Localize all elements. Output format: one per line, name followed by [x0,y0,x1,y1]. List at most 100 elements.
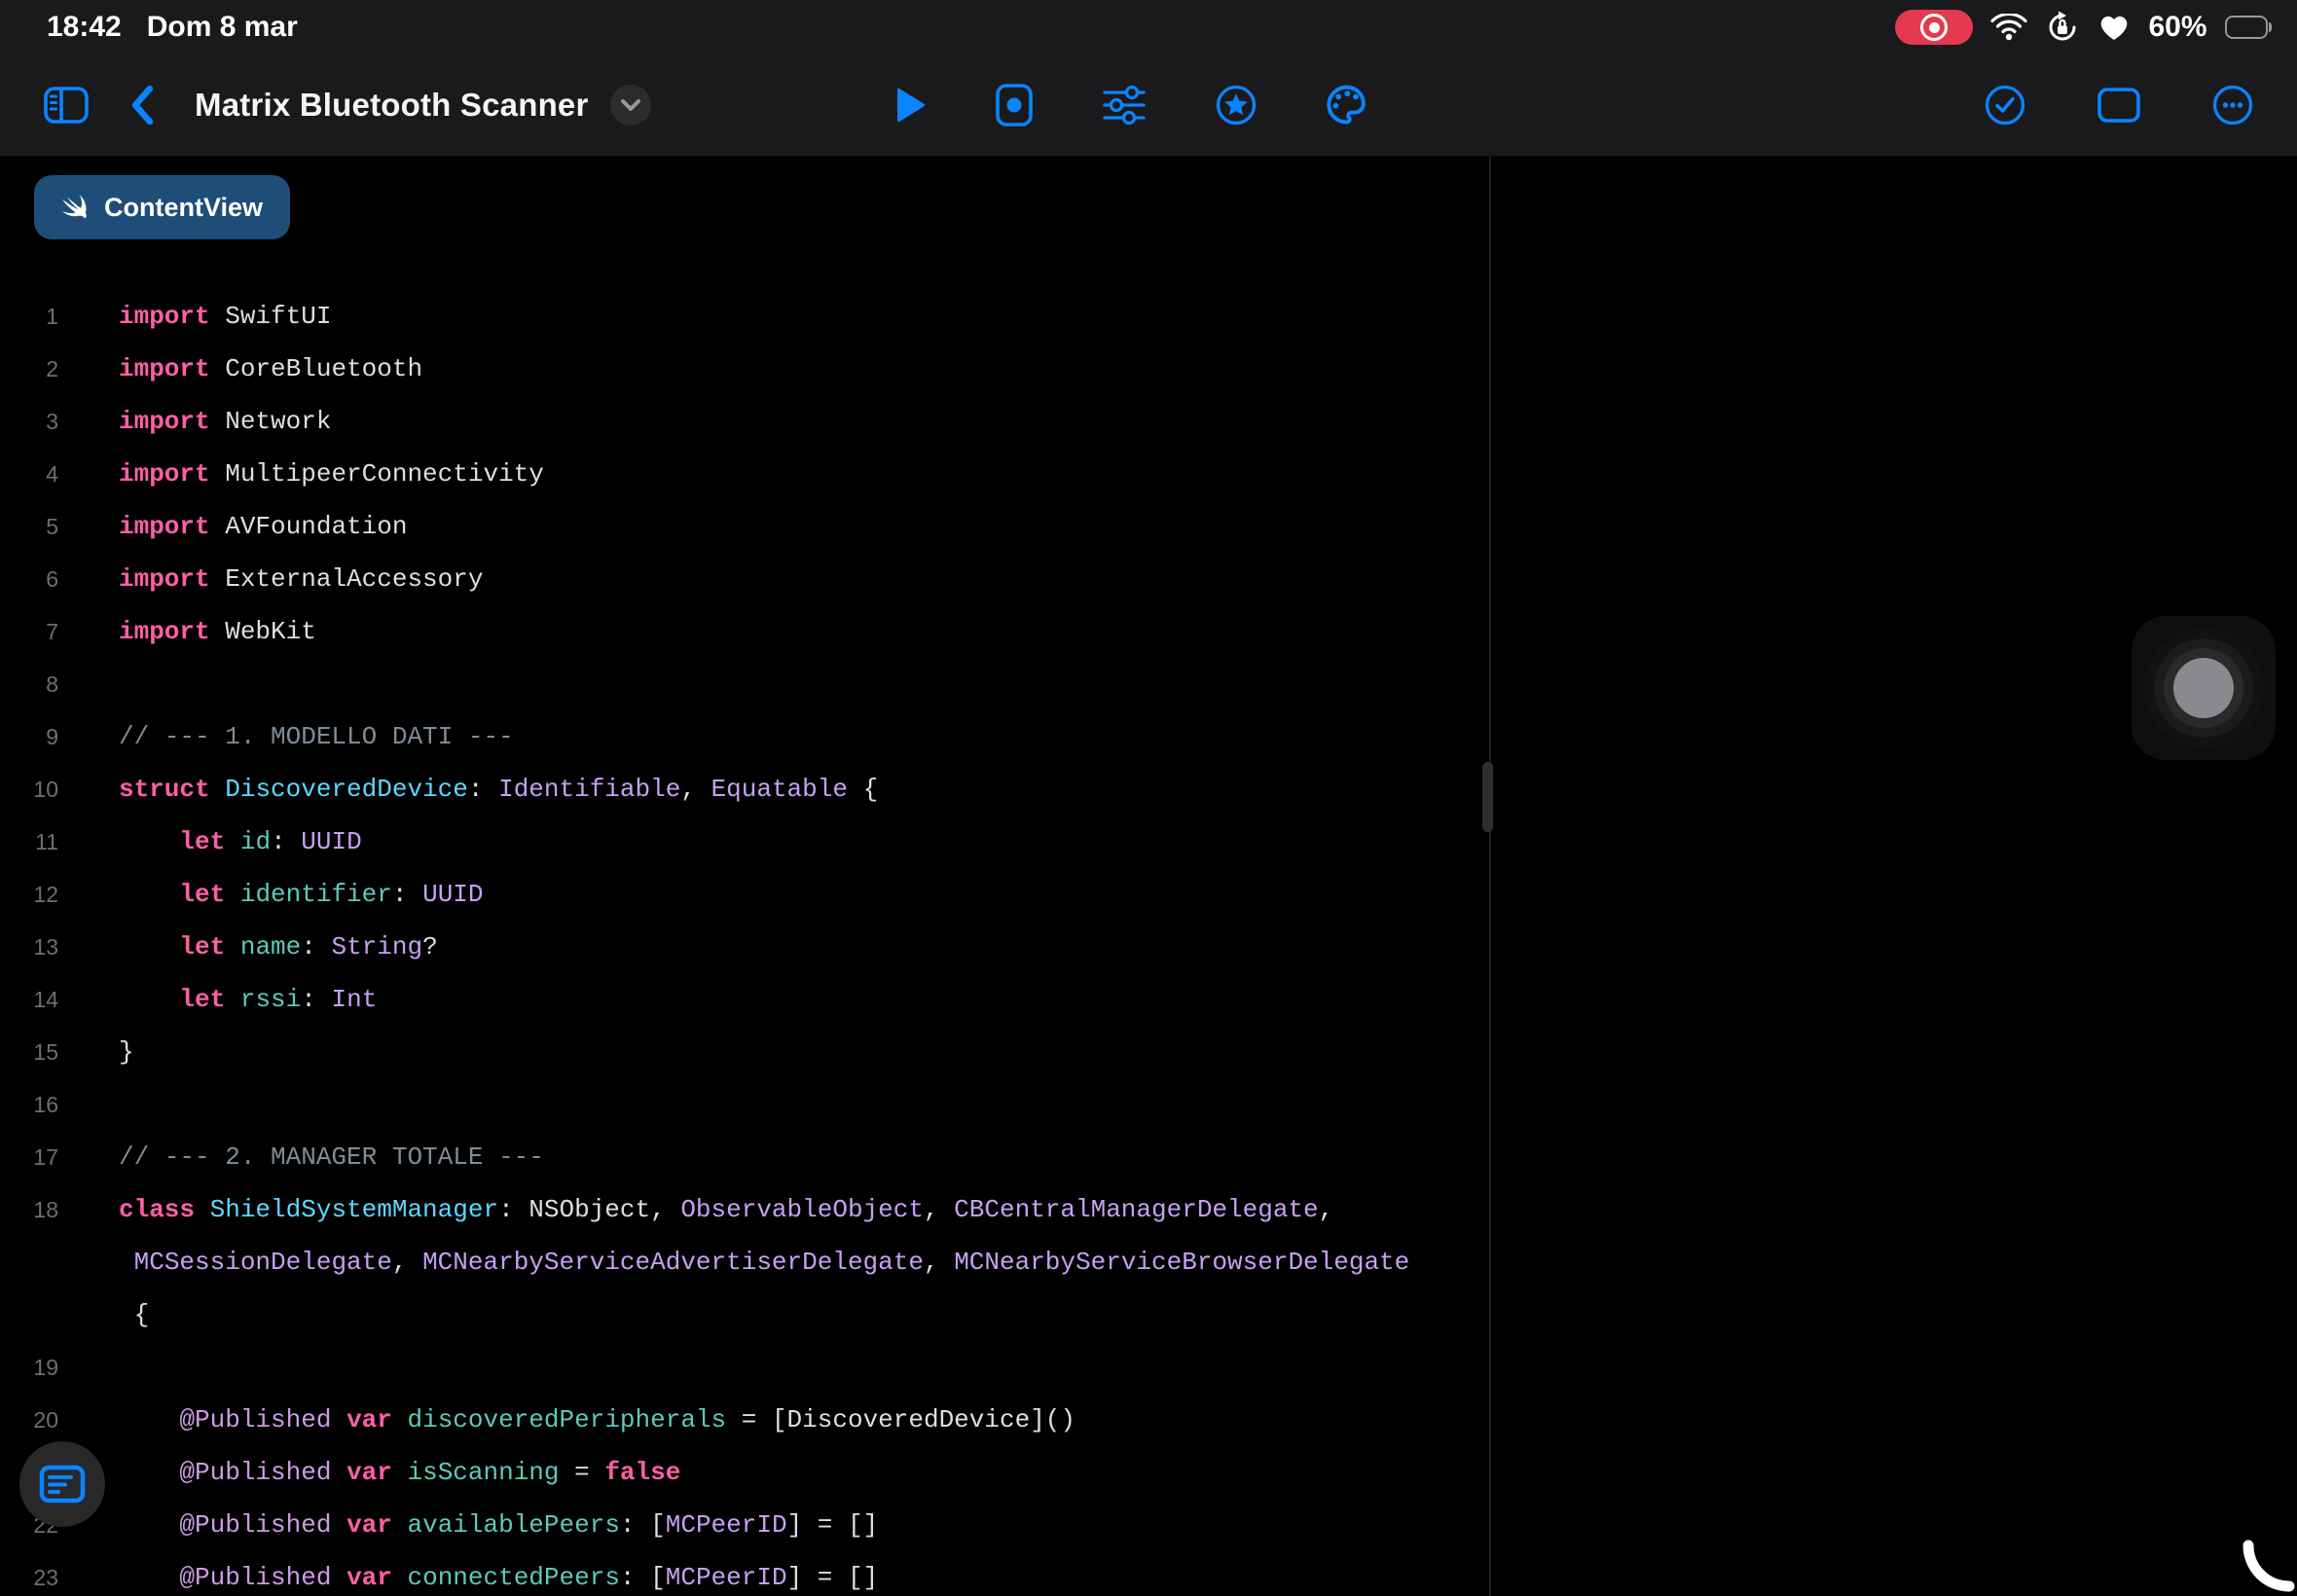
chevron-down-icon [620,98,641,112]
line-text: // --- 2. MANAGER TOTALE --- [119,1131,544,1183]
code-line[interactable]: 4import MultipeerConnectivity [0,448,1489,500]
line-number: 7 [0,605,58,658]
code-line[interactable]: 5import AVFoundation [0,500,1489,553]
code-line[interactable]: 6 import ExternalAccessory [0,553,1489,605]
code-line[interactable]: 17// --- 2. MANAGER TOTALE --- [0,1131,1489,1183]
console-button[interactable] [19,1441,105,1527]
line-number: 2 [0,343,58,395]
line-text: MCSessionDelegate, MCNearbyServiceAdvert… [119,1236,1409,1288]
heart-icon [2097,13,2131,42]
line-text: import AVFoundation [119,500,407,553]
record-ring-icon [1920,14,1948,41]
battery-percent: 60% [2148,11,2206,44]
contentview-tab[interactable]: ContentView [34,175,290,239]
line-number: 18 [0,1183,58,1236]
line-text: // --- 1. MODELLO DATI --- [119,710,514,763]
line-number: 15 [0,1026,58,1078]
code-line[interactable]: 23 @Published var connectedPeers: [MCPee… [0,1551,1489,1596]
app-preview-icon [995,83,1034,127]
featured-button[interactable] [1215,84,1258,127]
code-line[interactable]: 21 @Published var isScanning = false [0,1446,1489,1499]
back-button[interactable] [130,85,154,126]
line-text: @Published var connectedPeers: [MCPeerID… [119,1551,878,1596]
code-line[interactable]: { [0,1288,1489,1341]
line-text: class ShieldSystemManager: NSObject, Obs… [119,1183,1333,1236]
line-text: let rssi: Int [119,973,377,1026]
sidebar-icon [43,86,90,125]
status-time: 18:42 [47,11,122,44]
window-icon [2096,87,2141,124]
screen: 18:42 Dom 8 mar [0,0,2297,1596]
line-number: 6 [0,553,58,605]
recording-indicator[interactable] [1895,10,1973,45]
palette-icon [1326,85,1370,126]
line-number: 1 [0,290,58,343]
checkmark-circle-icon [1984,84,2026,127]
line-text: import WebKit [119,605,316,658]
line-number: 16 [0,1078,58,1131]
line-number [0,1288,58,1341]
line-text: import Network [119,395,331,448]
assistivetouch-button[interactable] [2132,616,2276,760]
more-button[interactable] [2211,84,2254,127]
code-line[interactable]: 19 [0,1341,1489,1394]
code-line[interactable]: 16 [0,1078,1489,1131]
code-line[interactable]: MCSessionDelegate, MCNearbyServiceAdvert… [0,1236,1489,1288]
back-chevron-icon [130,85,154,126]
wifi-icon [1990,14,2027,41]
code-lines: 1 import SwiftUI2import CoreBluetooth3imp… [0,290,1489,1596]
code-line[interactable]: 12 let identifier: UUID [0,868,1489,921]
line-number: 9 [0,710,58,763]
settings-sliders-button[interactable] [1102,85,1147,126]
line-number: 14 [0,973,58,1026]
page-title: Matrix Bluetooth Scanner [195,87,589,124]
code-line[interactable]: 15} [0,1026,1489,1078]
app-preview-button[interactable] [995,83,1034,127]
line-number [0,1236,58,1288]
line-number: 8 [0,658,58,710]
orientation-lock-icon [2045,10,2080,45]
line-text: @Published var discoveredPeripherals = [… [119,1394,1076,1446]
scrollbar-thumb[interactable] [1482,762,1493,832]
code-line[interactable]: 11 let id: UUID [0,816,1489,868]
pane-divider[interactable] [1489,156,1491,1596]
code-line[interactable]: 9 // --- 1. MODELLO DATI --- [0,710,1489,763]
tab-label: ContentView [104,193,263,223]
swift-bird-icon [55,190,91,225]
sidebar-toggle-button[interactable] [43,86,90,125]
line-text: import SwiftUI [119,290,331,343]
line-number: 19 [0,1341,58,1394]
top-chrome: 18:42 Dom 8 mar [0,0,2297,156]
line-number: 20 [0,1394,58,1446]
code-line[interactable]: 8 [0,658,1489,710]
status-bar: 18:42 Dom 8 mar [0,0,2297,54]
line-text: let id: UUID [119,816,362,868]
code-line[interactable]: 1 import SwiftUI [0,290,1489,343]
run-button[interactable] [893,86,927,125]
code-line[interactable]: 3import Network [0,395,1489,448]
console-log-icon [39,1465,86,1504]
loading-spinner [2221,1520,2297,1596]
status-date: Dom 8 mar [147,11,298,44]
code-line[interactable]: 13 let name: String? [0,921,1489,973]
line-text: { [119,1288,149,1341]
code-editor[interactable]: ContentView 1 import SwiftUI2import CoreB… [0,156,1489,1596]
title-menu-button[interactable] [610,85,651,126]
line-text: @Published var isScanning = false [119,1446,680,1499]
line-number: 12 [0,868,58,921]
line-text: } [119,1026,134,1078]
windows-button[interactable] [2096,87,2141,124]
code-line[interactable]: 2import CoreBluetooth [0,343,1489,395]
play-icon [893,86,927,125]
appearance-button[interactable] [1326,85,1370,126]
line-text: import ExternalAccessory [119,553,483,605]
check-tasks-button[interactable] [1984,84,2026,127]
code-line[interactable]: 22 @Published var availablePeers: [MCPee… [0,1499,1489,1551]
code-line[interactable]: 20 @Published var discoveredPeripherals … [0,1394,1489,1446]
code-line[interactable]: 18 class ShieldSystemManager: NSObject, O… [0,1183,1489,1236]
code-line[interactable]: 14 let rssi: Int [0,973,1489,1026]
more-ellipsis-icon [2211,84,2254,127]
code-line[interactable]: 7 import WebKit [0,605,1489,658]
battery-icon [2225,16,2273,39]
code-line[interactable]: 10struct DiscoveredDevice: Identifiable,… [0,763,1489,816]
